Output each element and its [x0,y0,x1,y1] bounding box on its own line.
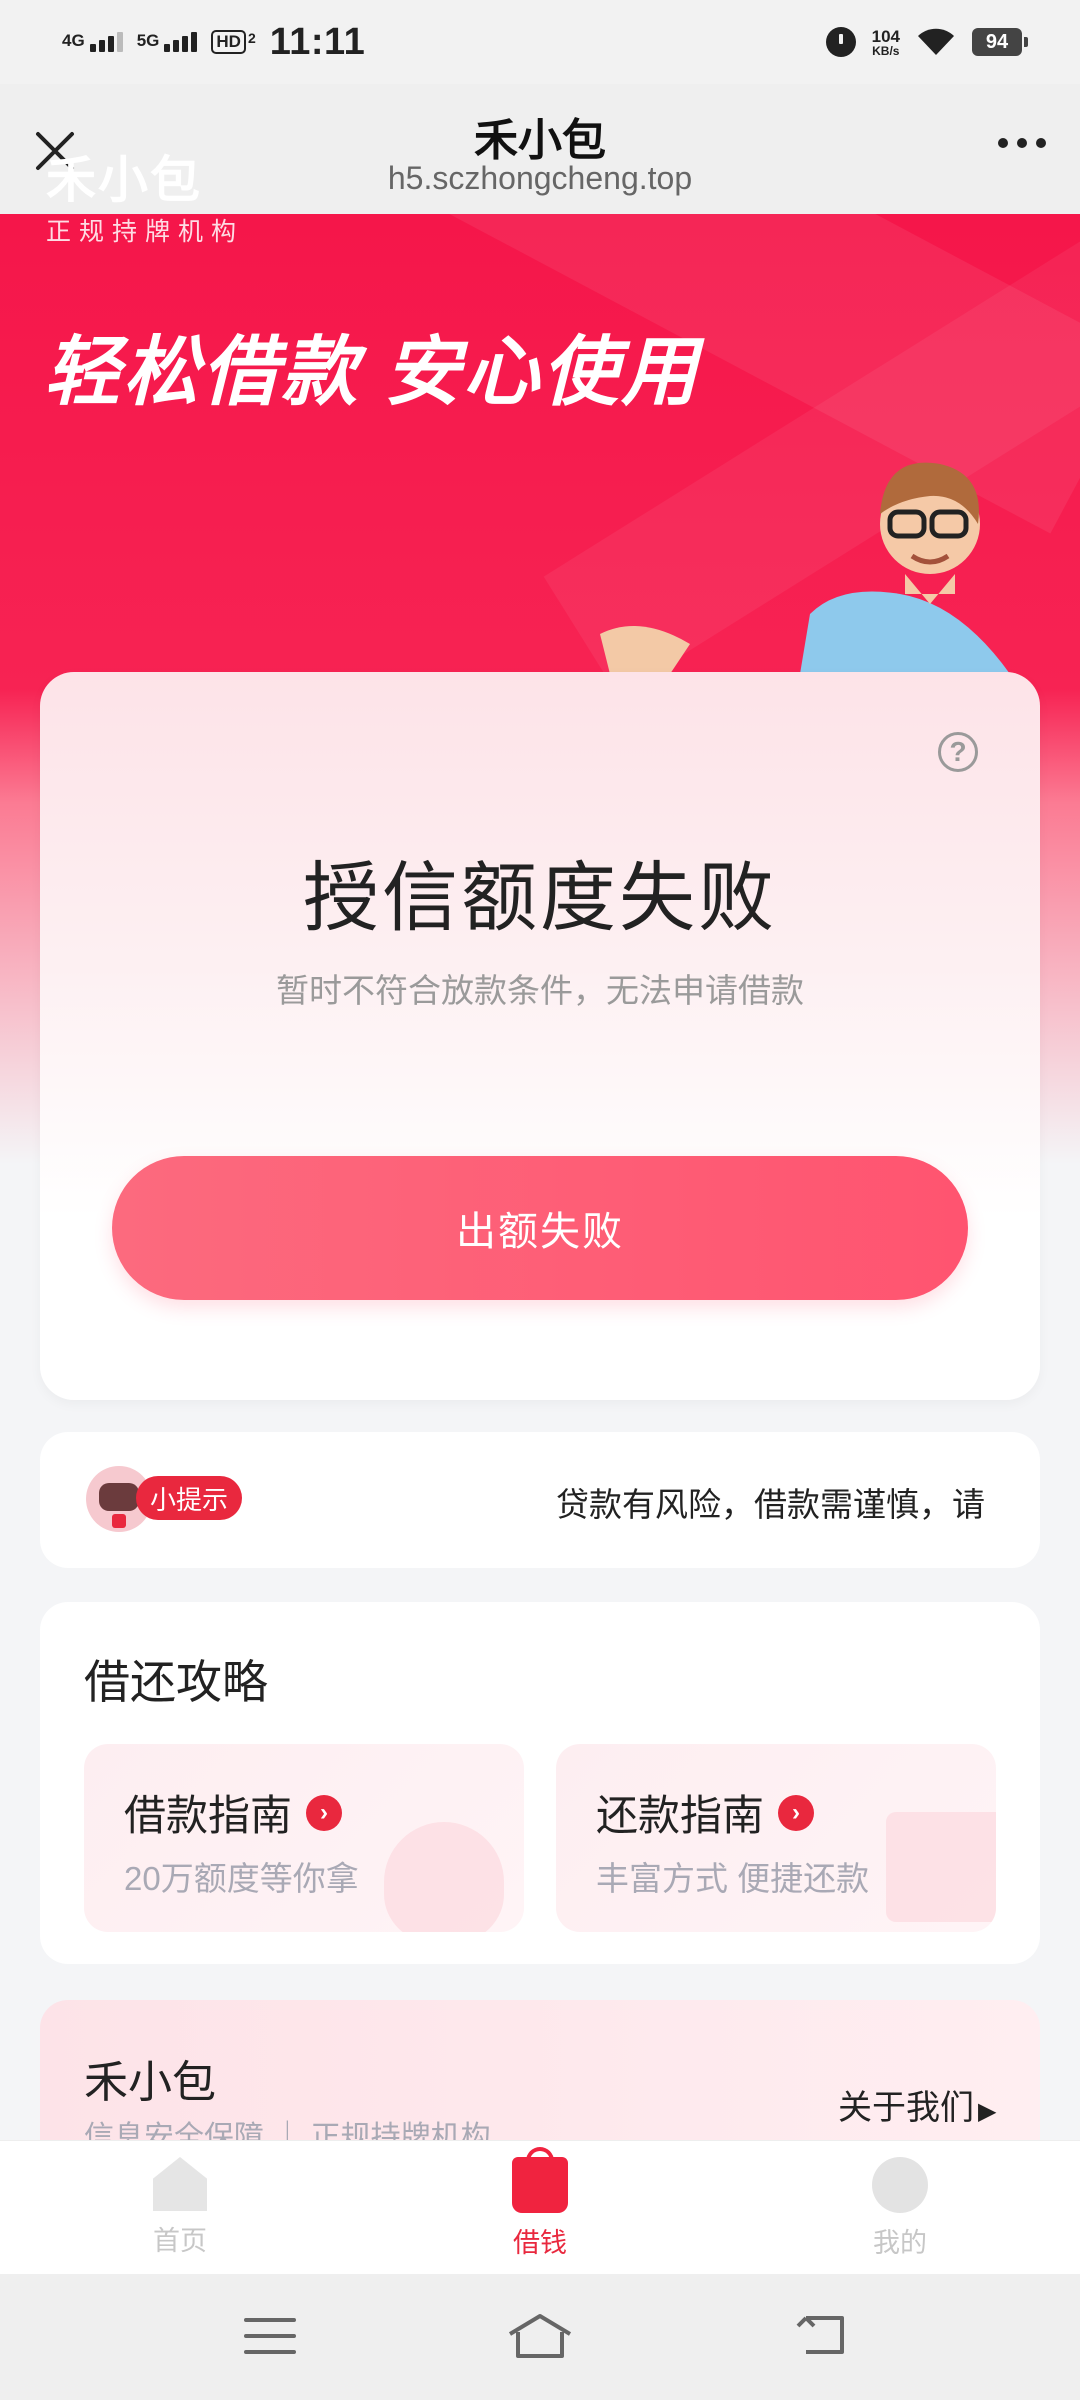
credit-failed-button[interactable]: 出额失败 [112,1156,968,1300]
network-type-label: 4G [62,31,85,50]
network-speed: 104 KB/s [872,28,900,57]
shopping-bag-icon [512,2147,568,2213]
status-bar-right: 104 KB/s 94 [825,20,1028,64]
about-title: 禾小包 [84,2058,216,2107]
hd-sim-label: 2 [247,29,256,46]
bottom-tab-bar: 首页 借钱 我的 [0,2140,1080,2275]
borrow-guide-card[interactable]: 借款指南 › 20万额度等你拿 [84,1744,524,1932]
signal-5g-icon: 5G [137,32,198,52]
wifi-icon [918,28,954,55]
more-options-icon[interactable] [998,138,1046,148]
about-us-label: 关于我们 [838,2089,974,2127]
money-bag-icon [384,1822,504,1932]
tab-profile[interactable]: 我的 [800,2157,1000,2260]
tab-profile-label: 我的 [873,2228,927,2258]
battery-icon: 94 [972,28,1028,56]
home-icon [153,2157,207,2211]
recent-apps-icon[interactable] [244,2318,296,2366]
speed-value: 104 [871,26,900,46]
tab-home[interactable]: 首页 [80,2157,280,2258]
chevron-right-icon: › [778,1794,815,1831]
repay-guide-subtitle: 丰富方式 便捷还款 [596,1860,870,1897]
repay-guide-title: 还款指南 [596,1792,765,1839]
network-type-label: 5G [136,31,160,50]
speed-unit: KB/s [872,43,900,58]
result-title: 授信额度失败 [303,856,777,941]
tab-borrow[interactable]: 借钱 [440,2147,640,2260]
signal-4g-icon: 4G [62,32,123,52]
status-bar-left: 4G 5G HD 2 11:11 [62,18,365,66]
tab-home-label: 首页 [153,2226,207,2256]
borrow-guide-title: 借款指南 [124,1792,293,1839]
brand-logo-text: 禾小包 [46,152,202,208]
clock: 11:11 [269,20,366,63]
help-icon[interactable]: ? [938,732,978,772]
bank-card-icon [886,1812,996,1922]
chevron-right-icon: › [306,1794,343,1831]
mascot-illustration [600,462,1010,674]
hero-slogan: 轻松借款 安心使用 [44,330,701,415]
tab-borrow-label: 借钱 [513,2228,567,2258]
back-icon[interactable] [796,2310,852,2360]
battery-level: 94 [985,30,1009,53]
brand-tagline: 正规持牌机构 [46,218,245,246]
alarm-icon [825,27,856,57]
triangle-right-icon: ▶ [978,2098,997,2125]
repay-guide-card[interactable]: 还款指南 › 丰富方式 便捷还款 [556,1744,996,1932]
tip-badge: 小提示 [136,1476,243,1520]
hd-label: HD [211,29,246,55]
home-button-icon[interactable] [504,2310,576,2362]
hd-voice-icon: HD 2 [211,29,256,55]
about-us-link[interactable]: 关于我们 ▶ [838,2080,996,2129]
borrow-guide-subtitle: 20万额度等你拿 [124,1860,359,1897]
profile-icon [872,2157,928,2213]
result-subtitle: 暂时不符合放款条件，无法申请借款 [276,972,804,1009]
guide-section-title: 借还攻略 [84,1656,268,1708]
tip-marquee-text: 贷款有风险，借款需谨慎，请 [556,1486,985,1522]
